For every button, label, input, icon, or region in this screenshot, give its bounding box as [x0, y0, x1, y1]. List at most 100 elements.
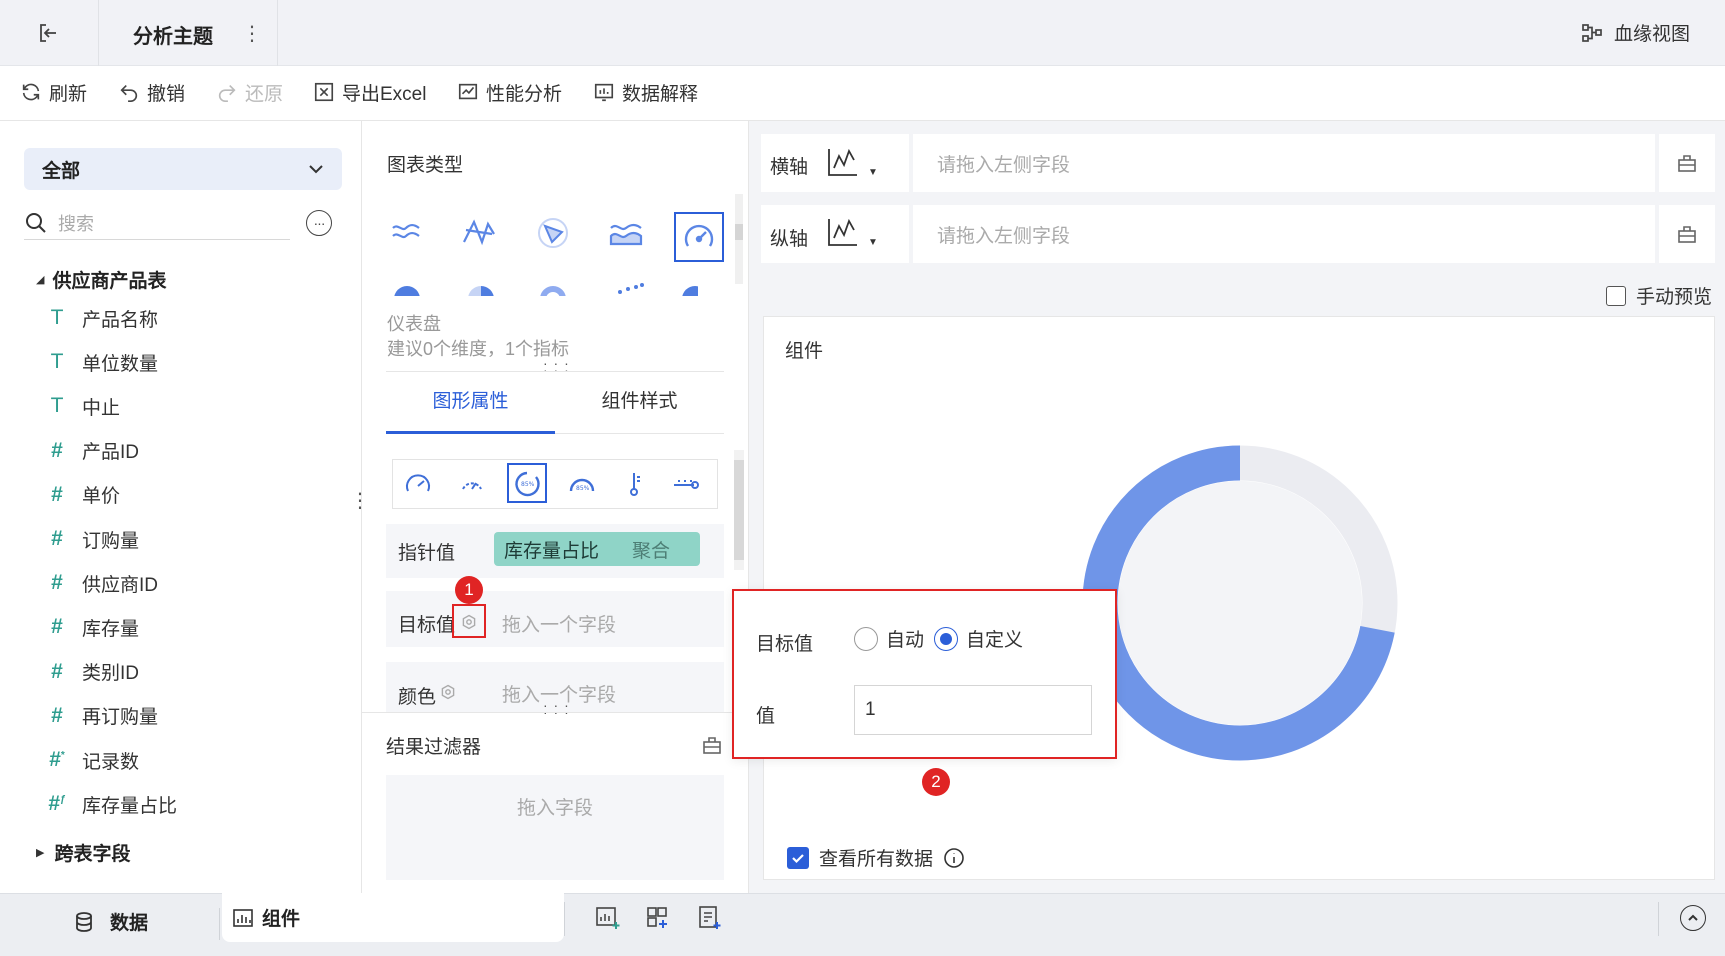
table-node[interactable]: ◢ 供应商产品表 [36, 266, 166, 293]
add-report-icon[interactable] [696, 904, 724, 932]
performance-label: 性能分析 [486, 83, 563, 105]
caret-down-icon: ▼ [868, 237, 878, 248]
data-explain-label: 数据解释 [622, 83, 699, 105]
exit-icon[interactable] [30, 18, 66, 48]
numeric-field-icon: # [51, 482, 63, 506]
tab-widget[interactable]: 组件 [222, 893, 564, 942]
undo-icon [118, 81, 140, 103]
lineage-view-button[interactable]: 血缘视图 [1580, 19, 1690, 46]
color-settings-icon[interactable] [438, 682, 458, 702]
props-scrollbar[interactable] [734, 450, 744, 570]
widget-chart-icon [232, 907, 254, 929]
numeric-field-icon: # [51, 615, 63, 639]
radio-auto[interactable]: 自动 [854, 625, 924, 652]
page-title: 分析主题 [133, 26, 213, 48]
numeric-field-icon: #ƒ [48, 792, 66, 816]
field-item[interactable]: #* 记录数 [44, 745, 139, 775]
add-dashboard-icon[interactable] [645, 904, 673, 932]
refresh-icon [20, 81, 42, 103]
field-item[interactable]: T 产品名称 [44, 303, 158, 333]
scope-select[interactable]: 全部 [24, 148, 342, 190]
tab-widget-style[interactable]: 组件样式 [555, 386, 724, 434]
field-item[interactable]: T 单位数量 [44, 347, 158, 377]
filter-settings-icon[interactable] [700, 733, 724, 757]
tab-data[interactable]: 数据 [72, 908, 148, 935]
popup-value-input[interactable]: 1 [854, 685, 1092, 735]
search-box[interactable]: 搜索 [24, 206, 290, 240]
svg-text:85%: 85% [576, 485, 590, 492]
more-options-icon[interactable]: ··· [306, 210, 332, 236]
y-axis-chart-switch[interactable]: ▼ [826, 216, 878, 248]
gauge-style-4-icon[interactable]: 85% [565, 467, 599, 501]
add-widget-icon[interactable] [594, 904, 622, 932]
redo-icon [216, 81, 238, 103]
search-icon [24, 211, 48, 235]
gauge-style-2-icon[interactable] [455, 467, 489, 501]
numeric-field-icon: # [51, 438, 63, 462]
field-item[interactable]: # 库存量 [44, 612, 139, 642]
field-item[interactable]: # 再订购量 [44, 701, 158, 731]
manual-preview-checkbox[interactable] [1606, 285, 1626, 306]
refresh-button[interactable]: 刷新 [20, 78, 87, 106]
view-all-data-checkbox[interactable] [787, 846, 809, 869]
pointer-field-pill[interactable]: 库存量占比 聚合 [494, 532, 700, 566]
chart-type-area-icon[interactable] [609, 216, 643, 256]
chart-name: 仪表盘 [387, 314, 441, 334]
view-all-data-toggle[interactable]: 查看所有数据 [787, 844, 965, 871]
numeric-field-icon: #* [49, 748, 65, 771]
gauge-style-slider-icon[interactable] [669, 467, 703, 501]
cross-table-node[interactable]: ▶ 跨表字段 [36, 839, 130, 866]
field-name: 类别ID [82, 663, 140, 685]
field-name: 中止 [82, 397, 121, 419]
chart-type-gauge-icon[interactable] [674, 212, 724, 262]
field-item[interactable]: # 单价 [44, 480, 120, 510]
x-axis-chart-switch[interactable]: ▼ [826, 146, 878, 178]
numeric-field-icon: # [51, 571, 63, 595]
radio-auto-circle[interactable] [854, 626, 878, 651]
radio-auto-label: 自动 [886, 630, 925, 651]
chart-type-line-icon[interactable] [390, 216, 422, 256]
field-name: 库存量占比 [82, 795, 178, 817]
chart-type-scrollbar[interactable] [735, 194, 743, 284]
x-axis-dropzone[interactable]: 请拖入左侧字段 [913, 134, 1655, 192]
data-explain-button[interactable]: 数据解释 [593, 78, 698, 106]
y-axis-dropzone[interactable]: 请拖入左侧字段 [913, 205, 1655, 263]
field-item[interactable]: # 类别ID [44, 657, 139, 687]
gauge-style-thermometer-icon[interactable] [617, 467, 651, 501]
undo-button[interactable]: 撤销 [118, 78, 185, 106]
top-bar: 分析主题 ⋮ 血缘视图 [0, 0, 1725, 66]
gauge-style-1-icon[interactable] [401, 467, 435, 501]
performance-analysis-button[interactable]: 性能分析 [457, 78, 562, 106]
result-filter-dropzone[interactable]: 拖入字段 [386, 775, 724, 880]
redo-button[interactable]: 还原 [216, 78, 283, 106]
collapse-up-icon[interactable] [1680, 905, 1706, 931]
drag-handle-icon[interactable]: · · · · · · [543, 698, 570, 719]
field-item[interactable]: #ƒ 库存量占比 [44, 789, 177, 819]
manual-preview-toggle[interactable]: 手动预览 [1606, 282, 1712, 309]
y-axis-settings-icon[interactable] [1659, 205, 1715, 263]
field-item[interactable]: T 中止 [44, 391, 120, 421]
gauge-style-3-icon[interactable]: 85% [507, 463, 547, 503]
redo-label: 还原 [245, 83, 284, 105]
field-item[interactable]: # 产品ID [44, 436, 139, 466]
divider [386, 371, 724, 372]
chart-type-radar-line-icon[interactable] [462, 216, 495, 256]
info-icon[interactable] [943, 847, 965, 869]
target-settings-icon[interactable] [459, 612, 479, 632]
radio-custom-circle[interactable] [934, 626, 958, 651]
divider [362, 712, 749, 713]
field-item[interactable]: # 订购量 [44, 524, 139, 554]
gauge-style-selector: 85% 85% [392, 459, 718, 509]
target-value-dropzone[interactable]: 拖入一个字段 [502, 610, 616, 637]
search-input[interactable]: 搜索 [58, 210, 94, 236]
numeric-field-icon: # [51, 703, 63, 727]
radio-custom[interactable]: 自定义 [934, 625, 1023, 652]
export-excel-button[interactable]: 导出Excel [313, 78, 426, 106]
pointer-agg[interactable]: 聚合 [632, 536, 670, 563]
chart-type-radar-icon[interactable] [536, 216, 570, 256]
more-vertical-icon[interactable]: ⋮ [242, 18, 262, 48]
tab-graph-properties[interactable]: 图形属性 [386, 386, 555, 434]
x-axis-settings-icon[interactable] [1659, 134, 1715, 192]
field-name: 单价 [82, 486, 121, 508]
field-item[interactable]: # 供应商ID [44, 568, 158, 598]
